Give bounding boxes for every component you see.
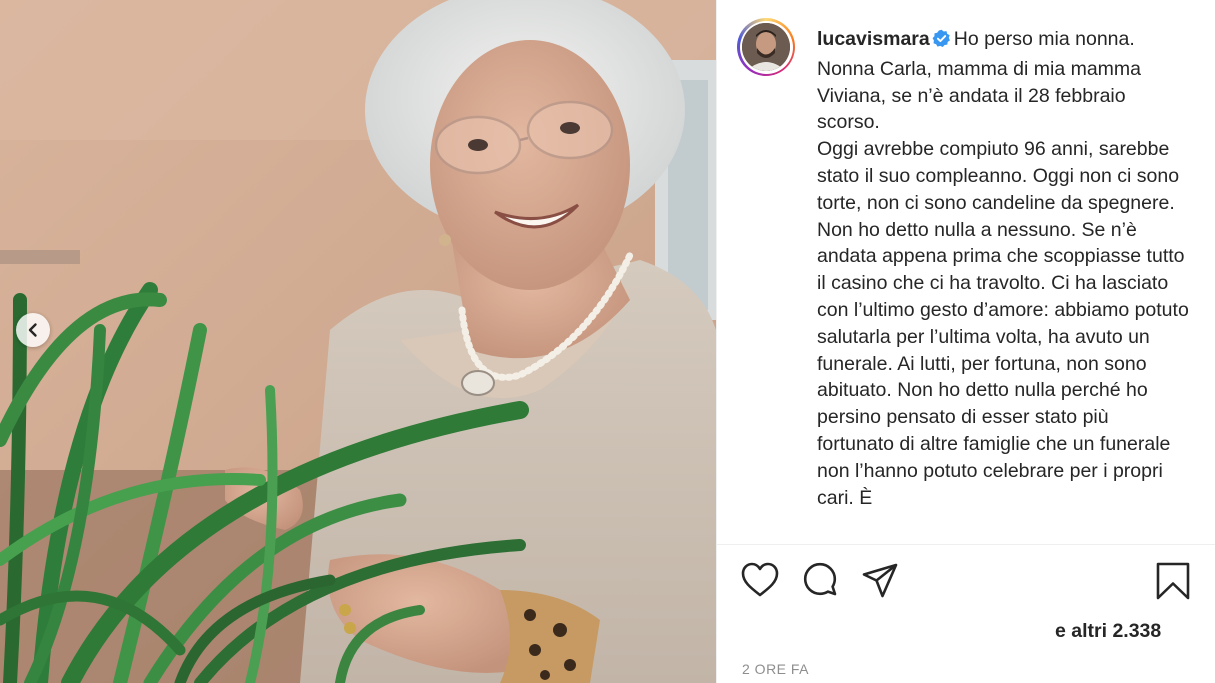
comment-button[interactable]	[801, 562, 839, 605]
like-button[interactable]	[741, 562, 779, 603]
bookmark-icon	[1156, 562, 1190, 600]
paper-plane-icon	[862, 563, 898, 598]
post-timestamp[interactable]: 2 ORE FA	[742, 661, 809, 677]
chevron-left-icon	[28, 323, 37, 337]
photo-elderly-woman-with-plant	[0, 0, 716, 683]
caption-paragraph: Oggi avrebbe compiuto 96 anni, sarebbe s…	[817, 138, 1180, 214]
post-details-panel: lucavismara Ho perso mia nonna. Nonna Car…	[716, 0, 1215, 683]
caption-first-line: lucavismara Ho perso mia nonna.	[817, 26, 1189, 56]
post-photo[interactable]	[0, 0, 716, 683]
avatar-photo	[742, 23, 790, 71]
caption-paragraph: Nonna Carla, mamma di mia mamma Viviana,…	[817, 57, 1142, 134]
likes-count[interactable]: e altri 2.338	[1055, 620, 1161, 643]
comment-icon	[803, 562, 837, 596]
save-button[interactable]	[1155, 562, 1191, 605]
previous-photo-button[interactable]	[16, 313, 50, 347]
avatar[interactable]	[742, 23, 790, 71]
caption-paragraph: Non ho detto nulla a nessuno. Se n’è and…	[817, 218, 1189, 509]
share-button[interactable]	[861, 562, 899, 605]
username-link[interactable]: lucavismara	[817, 28, 930, 50]
caption-line: Ho perso mia nonna.	[953, 28, 1135, 50]
post-actions-bar	[741, 562, 1191, 600]
verified-badge-icon	[932, 29, 951, 56]
heart-icon	[741, 562, 779, 597]
post-caption: lucavismara Ho perso mia nonna. Nonna Car…	[817, 26, 1189, 542]
divider	[717, 544, 1215, 545]
story-ring[interactable]	[737, 18, 795, 76]
